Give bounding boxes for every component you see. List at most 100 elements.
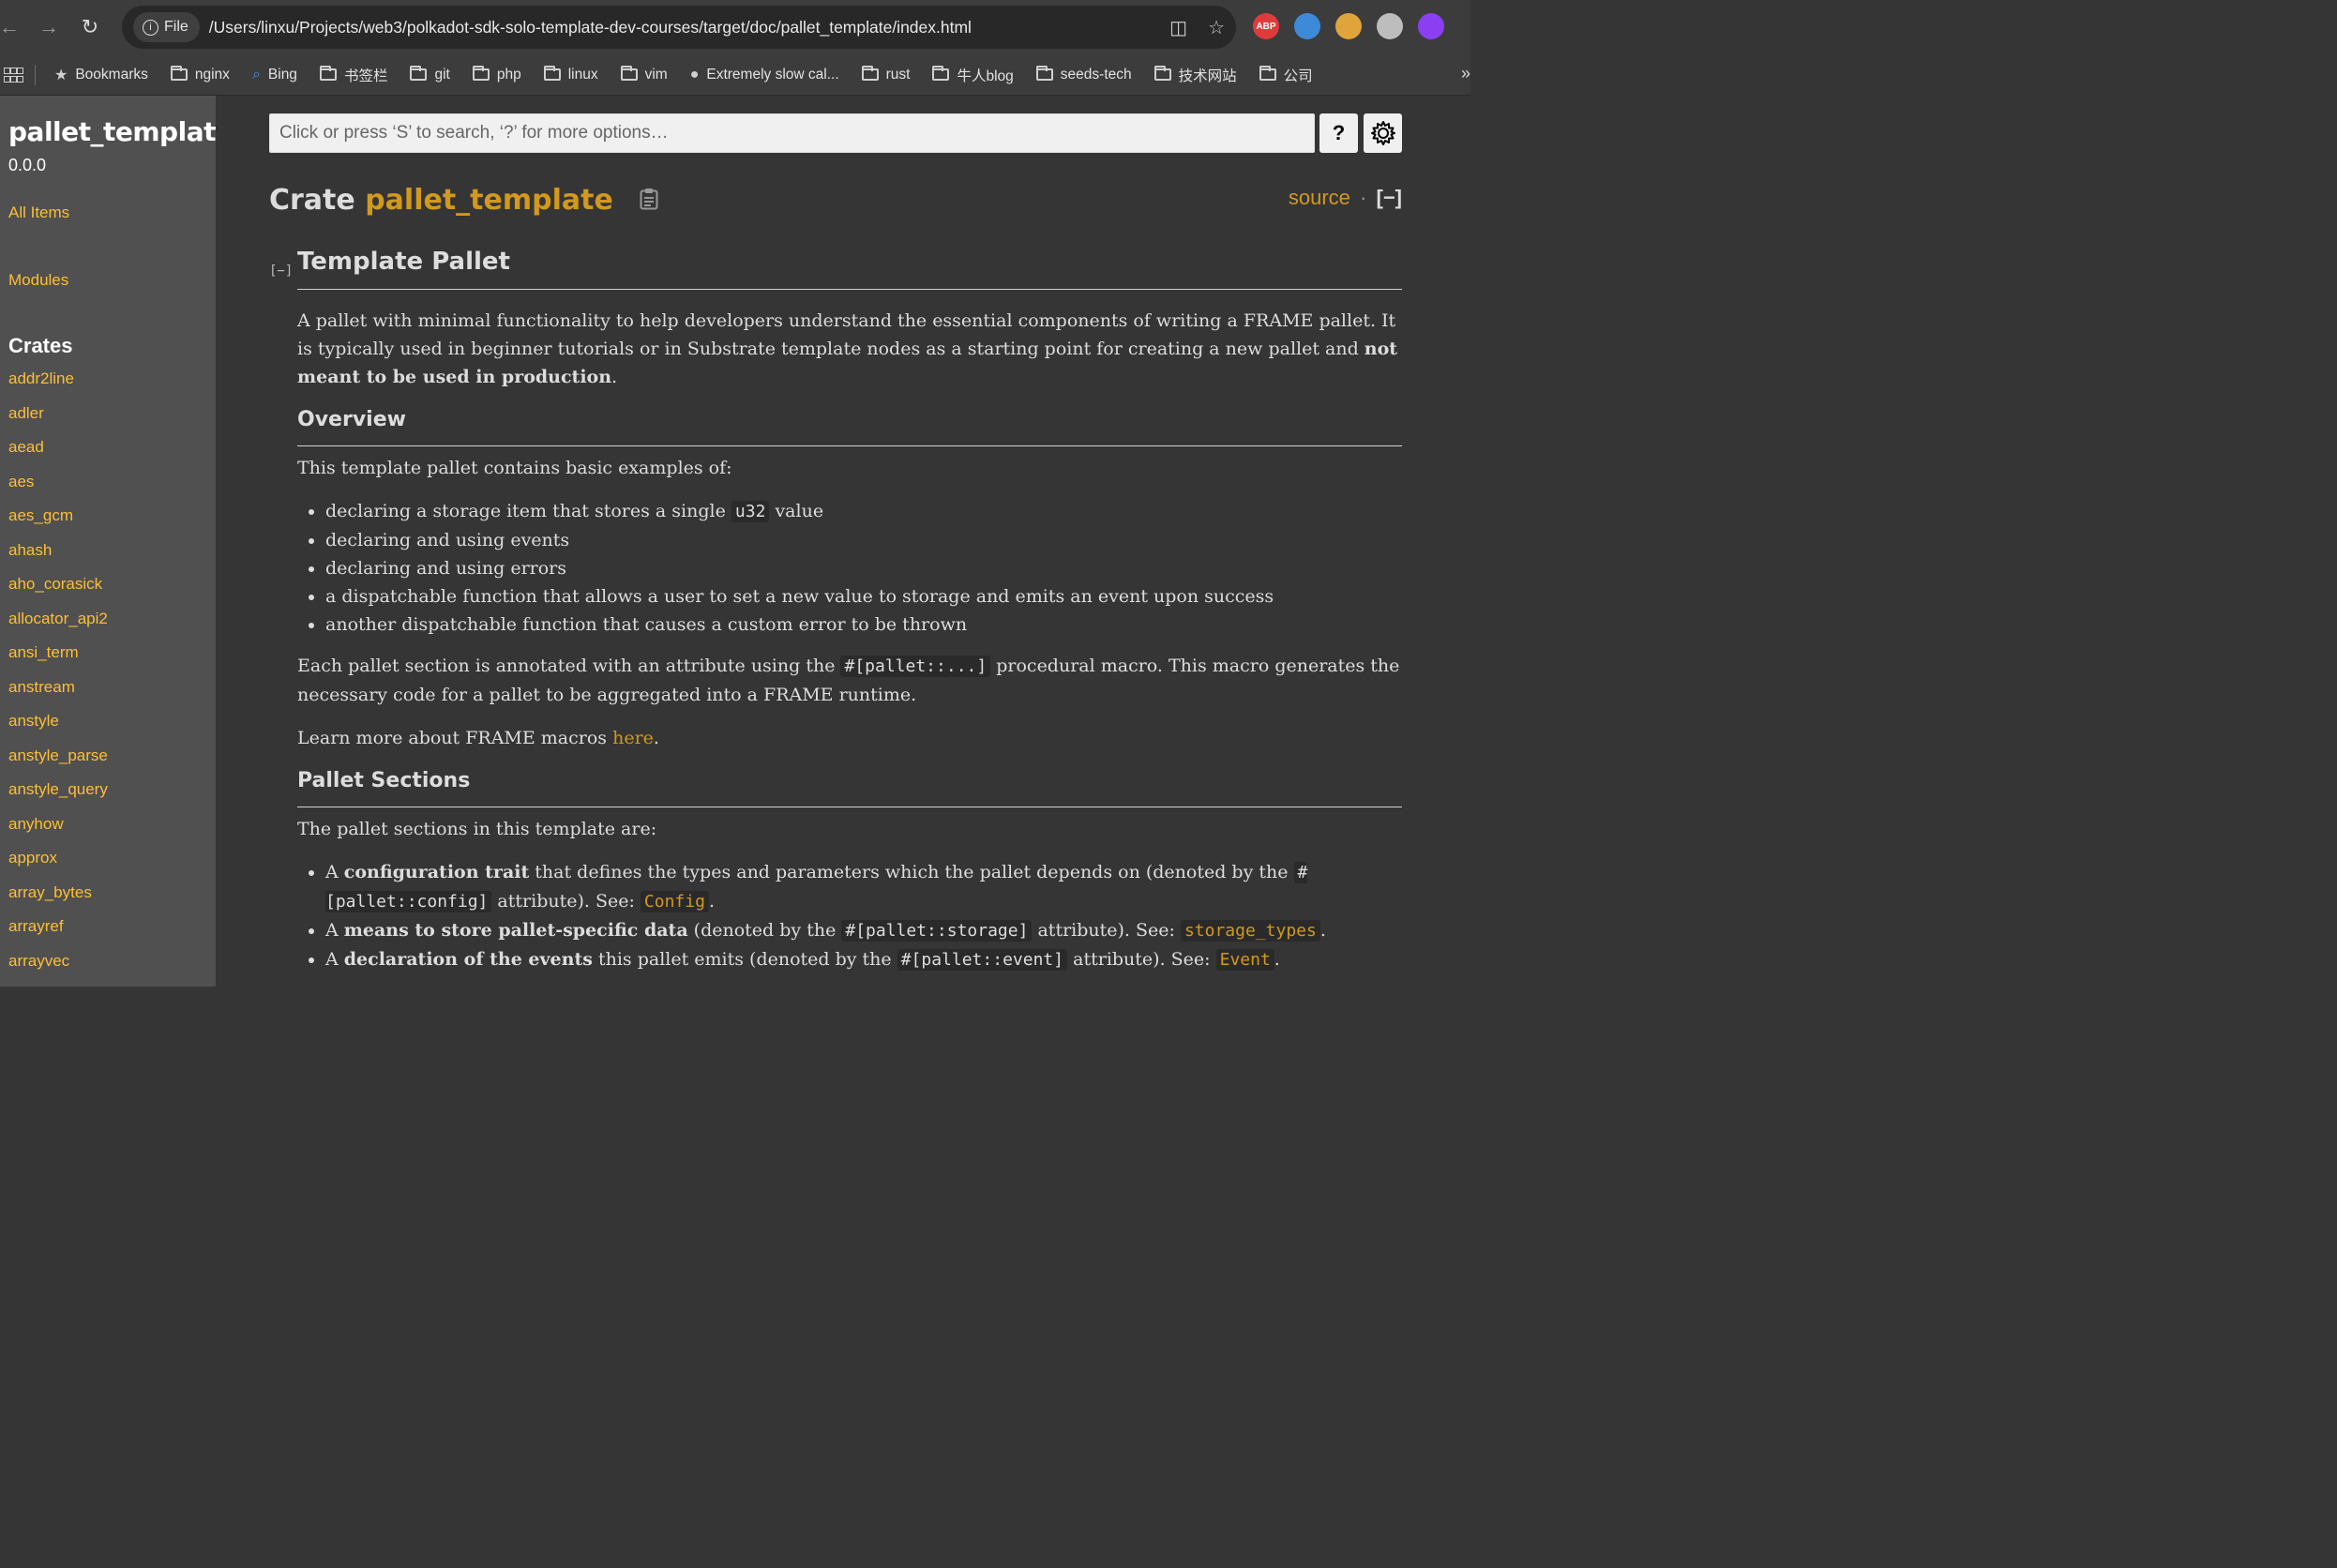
reload-icon[interactable]: ↻: [73, 10, 107, 44]
sidebar-crate-name[interactable]: pallet_template: [8, 116, 216, 147]
here-link[interactable]: here: [612, 728, 654, 748]
site-info-chip[interactable]: i File: [133, 12, 200, 42]
sidebar-all-items-link[interactable]: All Items: [8, 204, 69, 222]
intro-paragraph: A pallet with minimal functionality to h…: [297, 310, 1398, 387]
config-link[interactable]: Config: [640, 891, 709, 912]
sidebar-crate-link[interactable]: anstyle: [8, 712, 108, 746]
bookmark-label: 书签栏: [343, 68, 388, 84]
bookmark-label: vim: [644, 66, 668, 83]
bookmark-item[interactable]: php: [472, 66, 521, 83]
bookmark-item[interactable]: git: [410, 66, 450, 83]
ghost-extension-icon[interactable]: [1377, 13, 1403, 39]
sidebar-crate-link[interactable]: anyhow: [8, 815, 108, 850]
folder-icon: [410, 66, 428, 81]
folder-icon: [932, 66, 950, 81]
copy-path-icon[interactable]: [640, 185, 658, 218]
translate-icon[interactable]: ◫: [1169, 16, 1187, 39]
github-icon: ●: [689, 66, 700, 83]
folder-icon: [543, 66, 561, 81]
sidebar-modules-link[interactable]: Modules: [8, 271, 68, 290]
star-icon: ★: [54, 67, 68, 83]
bookmark-item[interactable]: linux: [543, 66, 598, 83]
doc-collapse-toggle[interactable]: [−]: [269, 257, 293, 285]
crate-version: 0.0.0: [8, 156, 47, 174]
bookmark-label: 牛人blog: [957, 68, 1014, 84]
sidebar-crate-link[interactable]: approx: [8, 849, 108, 883]
list-item: A declaration of the events this pallet …: [325, 945, 1402, 974]
search-input[interactable]: Click or press ‘S’ to search, ‘?’ for mo…: [269, 113, 1315, 153]
bookmark-item[interactable]: 牛人blog: [932, 65, 1014, 85]
folder-icon: [861, 66, 879, 81]
source-link[interactable]: source: [1289, 186, 1350, 209]
more-bookmarks-icon[interactable]: »: [1461, 64, 1470, 83]
sidebar-crate-link[interactable]: aes: [8, 473, 108, 507]
bookmarks-bar: ★ Bookmarks nginx ⌕ Bing 书签栏 git php linux vim ● Ex…: [0, 54, 1470, 96]
sidebar-crate-link[interactable]: aes_gcm: [8, 506, 108, 541]
bookmark-label: nginx: [194, 66, 230, 83]
back-icon[interactable]: ←: [0, 10, 20, 44]
list-item: A means to store pallet-specific data (d…: [325, 916, 1402, 945]
forward-icon[interactable]: →: [32, 10, 66, 44]
browser-toolbar: ← → ↻ i File /Users/linxu/Projects/web3/…: [0, 0, 1470, 54]
bookmark-item[interactable]: ⌕ Bing: [252, 67, 297, 83]
source-toolbar: source · [−]: [1289, 186, 1402, 210]
folder-icon: [319, 66, 337, 81]
badge-extension-icon[interactable]: [1335, 13, 1362, 39]
bookmark-star-icon[interactable]: ☆: [1208, 16, 1225, 39]
bookmark-item[interactable]: rust: [861, 66, 911, 83]
url-text[interactable]: /Users/linxu/Projects/web3/polkadot-sdk-…: [209, 18, 1169, 38]
folder-icon: [1153, 66, 1171, 81]
list-item: declaring a storage item that stores a s…: [325, 497, 1402, 526]
storage-types-link[interactable]: storage_types: [1180, 920, 1320, 942]
bookmark-item[interactable]: 公司: [1259, 65, 1313, 85]
sidebar-crate-link[interactable]: aead: [8, 438, 108, 473]
folder-icon: [472, 66, 490, 81]
bookmark-item[interactable]: 书签栏: [319, 65, 388, 85]
sidebar-crate-link[interactable]: arrayvec: [8, 952, 108, 987]
bookmark-item[interactable]: ● Extremely slow cal...: [690, 67, 839, 83]
purple-extension-icon[interactable]: [1418, 13, 1444, 39]
address-bar[interactable]: i File /Users/linxu/Projects/web3/polkad…: [122, 6, 1236, 49]
sidebar-crate-link[interactable]: ansi_term: [8, 643, 108, 678]
help-button[interactable]: ?: [1319, 113, 1358, 153]
sidebar-crate-link[interactable]: anstyle_parse: [8, 746, 108, 781]
bookmark-label: 公司: [1283, 68, 1313, 84]
title-prefix: Crate: [269, 184, 355, 217]
sidebar-crate-link[interactable]: adler: [8, 404, 108, 439]
event-link[interactable]: Event: [1215, 949, 1274, 971]
sidebar-crate-list: addr2line adler aead aes aes_gcm ahash aho_cor…: [8, 369, 108, 986]
list-item: another dispatchable function that cause…: [325, 611, 1402, 639]
bookmark-item[interactable]: vim: [620, 66, 668, 83]
bookmark-item[interactable]: ★ Bookmarks: [54, 66, 148, 84]
settings-button[interactable]: [1364, 113, 1402, 153]
bookmark-label: Bing: [267, 66, 297, 83]
sidebar-crate-link[interactable]: addr2line: [8, 369, 108, 404]
folder-icon: [1035, 66, 1053, 81]
bookmark-label: seeds-tech: [1060, 66, 1132, 83]
title-crate-name[interactable]: pallet_template: [365, 184, 613, 217]
abp-icon[interactable]: ABP: [1253, 13, 1279, 39]
sidebar-crate-link[interactable]: arrayref: [8, 917, 108, 952]
pen-extension-icon[interactable]: [1294, 13, 1320, 39]
apps-grid-icon[interactable]: [4, 67, 23, 83]
sidebar-crate-link[interactable]: anstyle_query: [8, 780, 108, 815]
list-item: declaring and using events: [325, 526, 1402, 554]
bookmark-label: linux: [567, 66, 598, 83]
sidebar-crate-link[interactable]: array_bytes: [8, 883, 108, 918]
bookmark-label: Bookmarks: [75, 66, 148, 83]
sidebar: pallet_template 0.0.0 All Items Modules …: [0, 96, 216, 987]
sidebar-crate-link[interactable]: anstream: [8, 678, 108, 713]
sections-list: A configuration trait that defines the t…: [297, 858, 1402, 974]
folder-icon: [620, 66, 638, 81]
list-item: declaring and using errors: [325, 554, 1402, 582]
collapse-all-toggle[interactable]: [−]: [1377, 186, 1403, 209]
bookmark-item[interactable]: nginx: [170, 66, 230, 83]
bookmark-item[interactable]: seeds-tech: [1035, 66, 1132, 83]
bookmark-item[interactable]: 技术网站: [1153, 65, 1237, 85]
sidebar-crate-link[interactable]: ahash: [8, 541, 108, 576]
bookmark-label: rust: [885, 66, 911, 83]
bookmark-label: git: [434, 66, 450, 83]
crate-docblock: [−] Template Pallet A pallet with minima…: [269, 248, 1402, 988]
sidebar-crate-link[interactable]: aho_corasick: [8, 575, 108, 610]
sidebar-crate-link[interactable]: allocator_api2: [8, 610, 108, 644]
